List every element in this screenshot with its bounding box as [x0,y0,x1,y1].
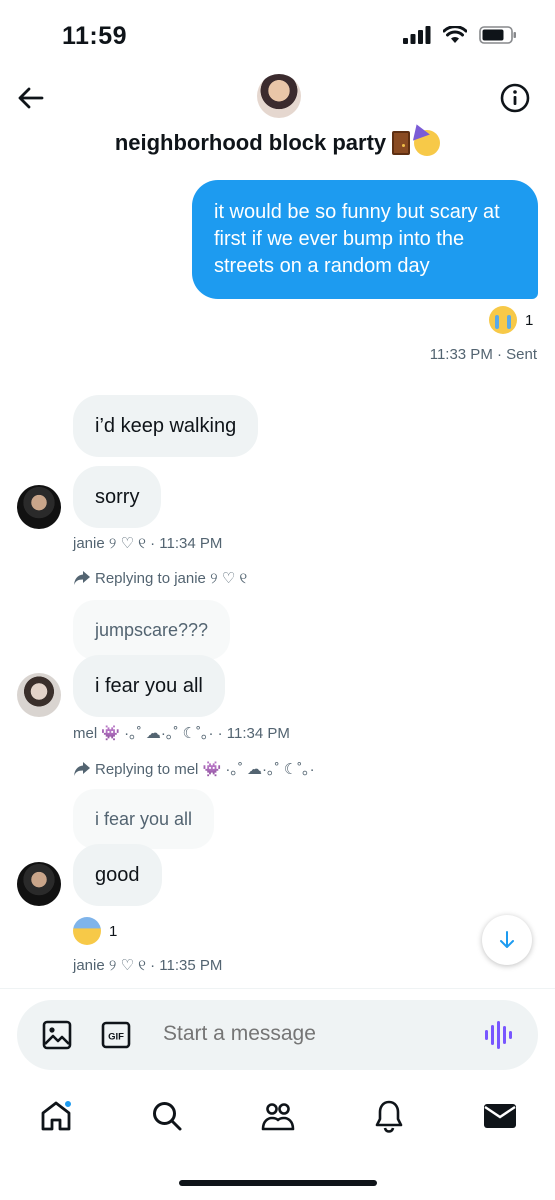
message-composer: GIF [17,1000,538,1070]
quoted-message[interactable]: jumpscare??? [73,600,231,660]
nav-search[interactable] [145,1094,189,1138]
gif-label: GIF [108,1032,124,1043]
avatar[interactable] [17,673,61,717]
info-button[interactable] [499,82,531,114]
avatar[interactable] [17,485,61,529]
received-message-bubble[interactable]: i’d keep walking [73,395,259,457]
reaction-count: 1 [525,311,534,329]
status-time: 11:59 [62,22,128,50]
voice-message-button[interactable] [484,1019,512,1056]
reply-arrow-icon [74,761,90,776]
avatar[interactable] [17,862,61,906]
scroll-to-bottom-button[interactable] [482,915,532,965]
wifi-icon [443,26,467,43]
nav-communities[interactable] [256,1094,300,1138]
sent-message-bubble[interactable]: it would be so funny but scary at first … [192,180,538,299]
signal-icon [403,26,431,44]
nav-messages[interactable] [478,1094,522,1138]
message-timestamp: 11:33 PM · Sent [429,346,537,363]
received-message-text: sorry [95,485,140,508]
reaction-count: 1 [109,922,118,940]
group-avatar[interactable] [257,74,301,118]
title-emoji [392,130,441,156]
received-message-text: good [95,863,140,886]
add-gif-button[interactable]: GIF [101,1021,131,1054]
door-icon [392,131,411,155]
search-icon [152,1102,181,1131]
quoted-message-text: i fear you all [95,808,193,829]
battery-icon [479,26,516,44]
message-reaction[interactable]: 1 [489,306,533,334]
arrow-down-icon [500,931,514,948]
sent-message-text: it would be so funny but scary at first … [214,201,500,277]
received-message-text: i’d keep walking [95,414,237,437]
mail-icon [483,1104,516,1128]
received-message-text: i fear you all [95,674,203,697]
message-sender-meta: janie ୨ ♡ ୧ · 11:35 PM [73,957,223,974]
replying-to-text: Replying to janie ୨ ♡ ୧ [95,570,248,587]
received-message-bubble[interactable]: sorry [73,466,162,528]
message-sender-meta: janie ୨ ♡ ୧ · 11:34 PM [73,535,223,552]
home-indicator [179,1180,377,1186]
fearful-face-icon [73,917,101,945]
nav-home[interactable] [34,1094,78,1138]
back-button[interactable] [14,82,46,114]
quoted-message[interactable]: i fear you all [73,789,215,849]
bottom-navigation [0,1085,555,1147]
received-message-bubble[interactable]: i fear you all [73,655,225,717]
conversation-title[interactable]: neighborhood block party [0,130,555,156]
reply-arrow-icon [74,571,90,585]
composer-divider [0,988,555,989]
received-message-bubble[interactable]: good [73,844,162,906]
communities-icon [261,1103,294,1131]
nav-notifications[interactable] [367,1094,411,1138]
message-reaction[interactable]: 1 [73,917,117,945]
quoted-message-text: jumpscare??? [95,619,209,640]
message-sender-meta: mel 👾 ·｡˚ ☁︎·｡˚ ☾˚｡· · 11:34 PM [73,725,290,742]
gif-icon: GIF [101,1021,131,1049]
status-icons [403,26,517,44]
message-input[interactable] [163,1022,453,1046]
image-icon [42,1020,72,1050]
crying-face-icon [489,306,517,334]
conversation-title-text: neighborhood block party [114,130,387,155]
notification-dot [63,1100,72,1108]
voice-icon [485,1021,512,1049]
replying-to-label: Replying to mel 👾 ·｡˚ ☁︎·｡˚ ☾˚｡· [73,758,315,779]
replying-to-label: Replying to janie ୨ ♡ ୧ [73,569,247,587]
bell-icon [375,1100,402,1133]
replying-to-text: Replying to mel 👾 ·｡˚ ☁︎·｡˚ ☾˚｡· [95,761,315,778]
back-arrow-icon [18,87,44,109]
conversation-header: neighborhood block party [0,60,555,170]
add-image-button[interactable] [42,1020,72,1055]
info-icon [500,83,530,113]
party-face-icon [414,130,441,156]
